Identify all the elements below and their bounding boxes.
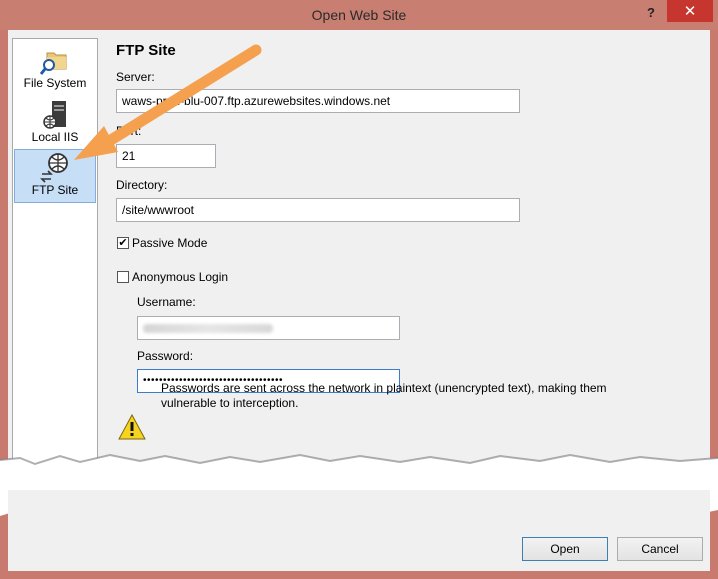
sidebar-item-label: File System [23,76,87,90]
sidebar-item-ftp-site[interactable]: FTP Site [14,149,96,203]
sidebar-item-label: FTP Site [31,183,79,197]
location-sidebar: File System Local IIS FTP Site [12,38,98,468]
server-icon [43,101,66,129]
open-button[interactable]: Open [522,537,608,561]
help-button[interactable]: ? [640,4,662,24]
passive-mode-label[interactable]: Passive Mode [132,236,207,250]
dialog-window: Open Web Site ? ✕ File System Local IIS … [0,0,718,579]
checkmark-icon: ✔ [118,237,128,249]
warning-icon [118,414,146,440]
directory-input[interactable]: /site/wwwroot [116,198,520,222]
port-label: Port: [116,124,142,138]
sidebar-item-local-iis[interactable]: Local IIS [15,97,95,149]
server-input[interactable]: waws-prod-blu-007.ftp.azurewebsites.wind… [116,89,520,113]
button-bar: Open Cancel [8,490,710,571]
page-title: FTP Site [116,42,176,59]
anonymous-login-label[interactable]: Anonymous Login [132,270,228,284]
passive-mode-checkbox[interactable]: ✔ [117,237,129,249]
globe-transfer-icon [40,153,68,183]
title-bar[interactable]: Open Web Site ? ✕ [0,0,718,30]
sidebar-item-file-system[interactable]: File System [15,43,95,95]
warning-message: Passwords are sent across the network in… [161,381,607,410]
username-label: Username: [137,295,196,309]
directory-label: Directory: [116,178,168,192]
close-button[interactable]: ✕ [667,0,713,22]
folder-search-icon [39,52,67,75]
server-label: Server: [116,70,155,84]
anonymous-login-checkbox[interactable] [117,271,129,283]
cancel-button[interactable]: Cancel [617,537,703,561]
redacted-username [143,324,273,333]
port-input[interactable]: 21 [116,144,216,168]
password-label: Password: [137,349,194,363]
sidebar-item-label: Local IIS [31,130,79,144]
username-input[interactable] [137,316,400,340]
window-title: Open Web Site [311,7,407,23]
